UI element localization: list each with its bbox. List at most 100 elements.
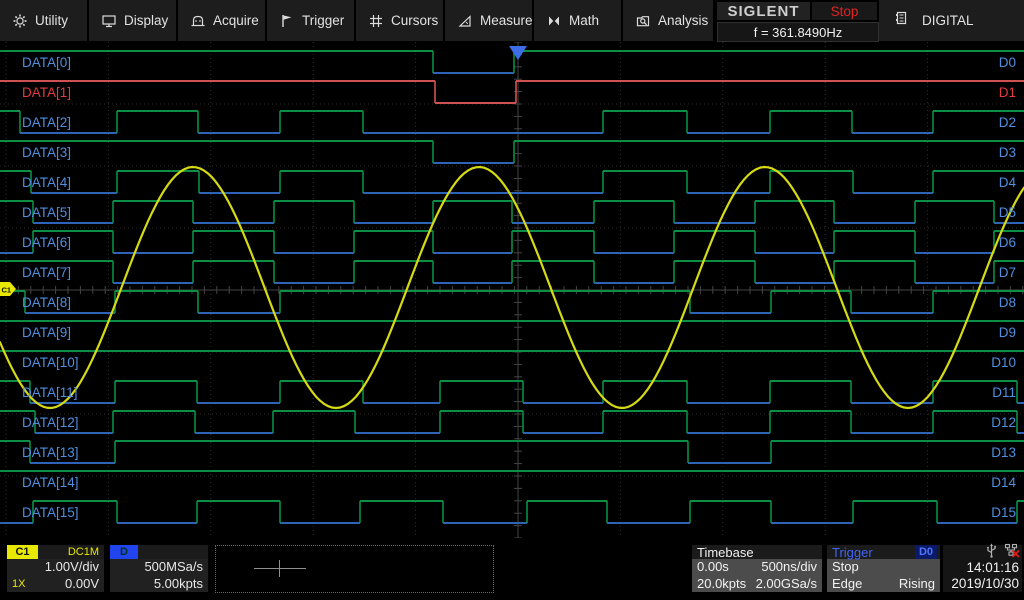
channel-right-label-D12: D12 xyxy=(991,415,1016,430)
digital-waveform-D1 xyxy=(0,80,1024,104)
channel-label-D4[interactable]: DATA[4] xyxy=(22,175,71,190)
menu-item-cursors[interactable]: Cursors xyxy=(356,0,443,41)
channel-right-label-D4: D4 xyxy=(999,175,1017,190)
brand-logo: SIGLENT xyxy=(717,2,810,20)
channel-label-D6[interactable]: DATA[6] xyxy=(22,235,71,250)
c1-level-marker[interactable]: C1 xyxy=(0,282,16,296)
acquisition-status-badge[interactable]: Stop xyxy=(812,2,877,20)
channel-label-D12[interactable]: DATA[12] xyxy=(22,415,79,430)
flag-icon xyxy=(279,13,295,29)
trigger-source-badge[interactable]: D0 xyxy=(915,545,937,559)
channel-right-label-D8: D8 xyxy=(999,295,1016,310)
crosshair-icon xyxy=(279,560,280,577)
channel1-coupling: DC1M xyxy=(67,546,99,558)
digital-sample-rate: 500MSa/s xyxy=(144,559,203,574)
channel-label-D9[interactable]: DATA[9] xyxy=(22,325,71,340)
channel-label-D10[interactable]: DATA[10] xyxy=(22,355,79,370)
brand-logo-text: SIGLENT xyxy=(727,2,800,20)
channel-right-label-D1: D1 xyxy=(999,85,1016,100)
gear-icon xyxy=(12,13,28,29)
clock-time: 14:01:16 xyxy=(966,560,1019,575)
menu-item-label: Cursors xyxy=(391,13,439,28)
menu-item-digital[interactable]: DIGITAL xyxy=(879,0,1024,41)
channel1-info-box[interactable]: C1 DC1M 1.00V/div 1X 0.00V xyxy=(7,545,104,592)
channel-label-D5[interactable]: DATA[5] xyxy=(22,205,71,220)
menu-item-label: Analysis xyxy=(658,13,709,28)
channel-label-D15[interactable]: DATA[15] xyxy=(22,505,79,520)
digital-waveform-D4 xyxy=(0,170,1024,194)
channel-label-D1[interactable]: DATA[1] xyxy=(22,85,71,100)
channel-label-D0[interactable]: DATA[0] xyxy=(22,55,71,70)
timebase-scale: 500ns/div xyxy=(761,559,817,574)
trigger-slope: Rising xyxy=(898,575,935,591)
waveform-display-area: C1 DATA[0] D0 DATA[1] D1 DATA[2] D2 DATA[3] D3 DA… xyxy=(0,41,1024,539)
cursors-icon xyxy=(368,13,384,29)
menu-item-display[interactable]: Display xyxy=(89,0,176,41)
channel-right-label-D14: D14 xyxy=(991,475,1016,490)
channel-label-D8[interactable]: DATA[8] xyxy=(22,295,71,310)
top-menu-bar: Utility Display Acquire Trigger Cursors Measu… xyxy=(0,0,1024,42)
channel-label-D14[interactable]: DATA[14] xyxy=(22,475,79,490)
menu-item-label: Trigger xyxy=(302,13,345,28)
channel1-offset: 0.00V xyxy=(65,575,99,591)
channel-right-label-D10: D10 xyxy=(991,355,1016,370)
channel-right-label-D7: D7 xyxy=(999,265,1016,280)
svg-text:C1: C1 xyxy=(2,286,12,295)
channel-right-label-D5: D5 xyxy=(999,205,1016,220)
menu-item-utility[interactable]: Utility xyxy=(0,0,87,41)
channel-label-D13[interactable]: DATA[13] xyxy=(22,445,79,460)
acquisition-status-text: Stop xyxy=(830,3,859,19)
digital-waveform-D7 xyxy=(0,260,1024,284)
channel1-badge[interactable]: C1 xyxy=(7,545,38,559)
frequency-counter-text: f = 361.8490Hz xyxy=(753,24,843,40)
menu-item-label: Display xyxy=(124,13,169,28)
channel-right-label-D6: D6 xyxy=(999,235,1016,250)
digital-waveform-D0 xyxy=(0,50,1024,74)
digital-waveform-D5 xyxy=(0,200,1024,224)
frequency-counter: f = 361.8490Hz xyxy=(717,22,879,42)
timebase-info-box[interactable]: Timebase 0.00s 500ns/div 20.0kpts 2.00GS… xyxy=(692,545,822,592)
digital-waveform-D13 xyxy=(0,440,1024,464)
channel-right-label-D11: D11 xyxy=(992,385,1016,400)
timebase-title: Timebase xyxy=(697,544,754,560)
channel-label-D11[interactable]: DATA[11] xyxy=(22,385,78,400)
timebase-rate: 2.00GSa/s xyxy=(755,575,817,591)
oscilloscope-screen: { "header": { "menu": [ {"label": "Utili… xyxy=(0,0,1024,600)
measure-icon xyxy=(457,13,473,29)
menu-item-label: Math xyxy=(569,13,600,28)
digital-waveform-D3 xyxy=(0,140,1024,164)
digital-waveform-D6 xyxy=(0,230,1024,254)
trigger-position-icon[interactable] xyxy=(509,46,527,60)
clock-date: 2019/10/30 xyxy=(951,576,1019,591)
trigger-type: Edge xyxy=(832,575,863,591)
status-bar: C1 DC1M 1.00V/div 1X 0.00V D 500MSa/s 5.… xyxy=(0,538,1024,600)
clock-box: 14:01:16 2019/10/30 xyxy=(943,543,1022,592)
channel-label-D2[interactable]: DATA[2] xyxy=(22,115,71,130)
digital-waveform-D15 xyxy=(0,500,1024,524)
display-icon xyxy=(101,13,117,29)
menu-item-analysis[interactable]: Analysis xyxy=(623,0,713,41)
menu-item-math[interactable]: Math xyxy=(534,0,621,41)
channel-right-label-D0: D0 xyxy=(999,55,1016,70)
menu-item-label: Utility xyxy=(35,13,68,28)
menu-item-measure[interactable]: Measure xyxy=(445,0,533,41)
menu-item-trigger[interactable]: Trigger xyxy=(267,0,354,41)
channel-label-D3[interactable]: DATA[3] xyxy=(22,145,71,160)
channel-right-label-D13: D13 xyxy=(991,445,1016,460)
channel-right-label-D9: D9 xyxy=(999,325,1016,340)
channel-right-label-D15: D15 xyxy=(991,505,1016,520)
channel1-probe: 1X xyxy=(12,577,26,590)
timebase-delay: 0.00s xyxy=(697,559,729,574)
channel-label-D7[interactable]: DATA[7] xyxy=(22,265,71,280)
digital-info-box[interactable]: D 500MSa/s 5.00kpts xyxy=(110,545,208,592)
digital-badge[interactable]: D xyxy=(110,545,138,559)
digital-waveform-D11 xyxy=(0,380,1024,404)
digital-mem-points: 5.00kpts xyxy=(153,575,203,591)
trigger-title: Trigger xyxy=(832,544,873,560)
empty-descriptor-slot[interactable] xyxy=(215,545,494,593)
menu-item-label: Acquire xyxy=(213,13,259,28)
trigger-info-box[interactable]: Trigger D0 Stop Edge Rising xyxy=(827,545,940,592)
menu-item-acquire[interactable]: Acquire xyxy=(178,0,265,41)
crosshair-icon xyxy=(254,568,306,569)
channel1-scale: 1.00V/div xyxy=(44,559,99,574)
